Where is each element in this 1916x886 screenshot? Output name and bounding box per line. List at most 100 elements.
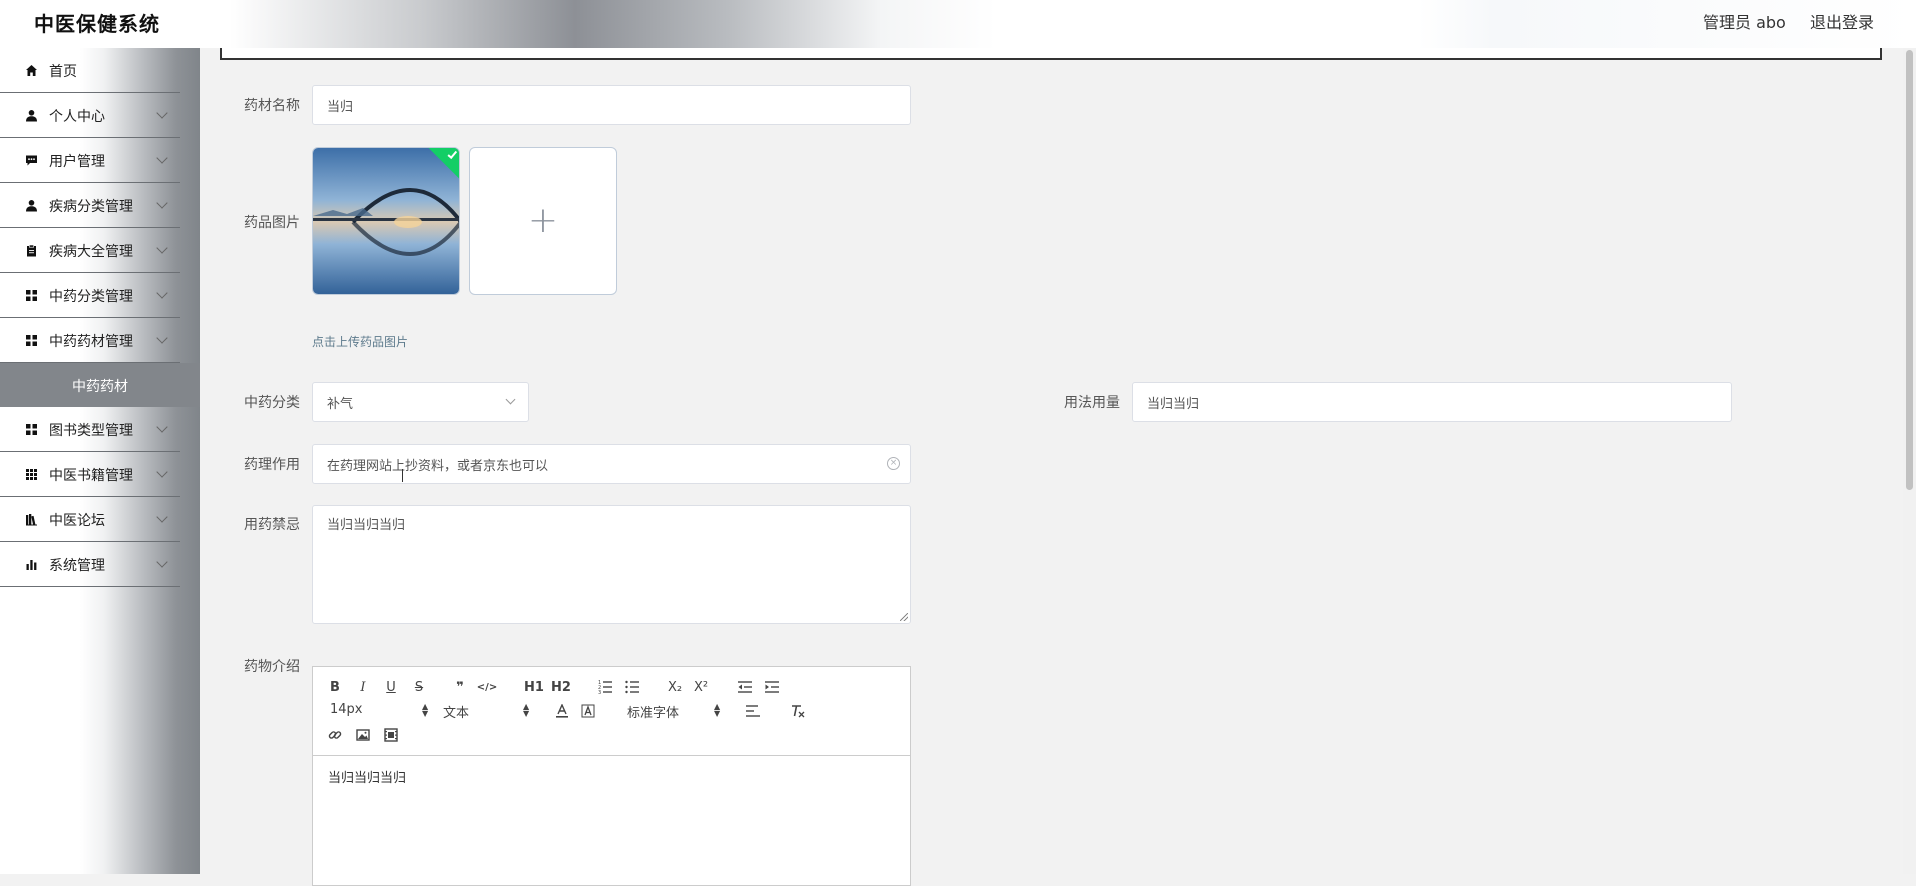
italic-button[interactable]: I bbox=[355, 678, 371, 696]
strike-button[interactable]: S bbox=[411, 678, 427, 696]
chevron-down-icon bbox=[156, 466, 168, 478]
sidebar-item-books[interactable]: 中医书籍管理 bbox=[0, 452, 180, 497]
select-arrows-icon: ▲ ▼ bbox=[714, 702, 721, 718]
contra-label: 用药禁忌 bbox=[244, 517, 300, 533]
clear-format-button[interactable] bbox=[789, 702, 807, 720]
bar-chart-icon bbox=[24, 557, 38, 571]
usage-input[interactable]: 当归当归 bbox=[1132, 382, 1732, 422]
sidebar-item-label: 疾病大全管理 bbox=[49, 244, 133, 260]
sidebar-subitem-herb[interactable]: 中药药材 bbox=[0, 363, 200, 407]
uploaded-image[interactable] bbox=[312, 147, 460, 295]
contraindication-textarea[interactable]: 当归当归当归 bbox=[312, 505, 911, 624]
chat-icon bbox=[24, 153, 38, 167]
video-icon bbox=[384, 728, 398, 742]
category-label: 中药分类 bbox=[244, 395, 300, 411]
scrollbar-thumb[interactable] bbox=[1906, 50, 1913, 490]
chevron-down-icon bbox=[156, 511, 168, 523]
sidebar-item-disease-all[interactable]: 疾病大全管理 bbox=[0, 228, 180, 273]
chevron-down-icon bbox=[156, 556, 168, 568]
bold-button[interactable]: B bbox=[327, 678, 343, 696]
image-button[interactable] bbox=[355, 726, 371, 744]
sidebar: 首页 个人中心 用户管理 疾病分类管理 疾病大全管理 中药分类管理 中药药材管理… bbox=[0, 48, 200, 874]
sidebar-item-label: 首页 bbox=[49, 64, 77, 80]
indent-button[interactable] bbox=[763, 678, 781, 696]
rich-text-editor: B I U S ❞ </> H1 H2 123 X₂ X² 14px ▲ ▼ 文… bbox=[312, 666, 911, 886]
font-family-select[interactable]: 标准字体 ▲ ▼ bbox=[627, 702, 727, 722]
sidebar-item-label: 中药分类管理 bbox=[49, 289, 133, 305]
sidebar-item-label: 系统管理 bbox=[49, 558, 105, 574]
header-select-value: 文本 bbox=[443, 706, 470, 721]
home-icon bbox=[24, 63, 38, 77]
font-size-select[interactable]: 14px ▲ ▼ bbox=[330, 702, 428, 720]
sidebar-item-forum[interactable]: 中医论坛 bbox=[0, 497, 180, 542]
header-select[interactable]: 文本 ▲ ▼ bbox=[443, 702, 533, 722]
grid-icon bbox=[24, 422, 38, 436]
check-icon bbox=[447, 148, 458, 160]
clear-icon[interactable]: × bbox=[887, 457, 900, 470]
svg-text:3: 3 bbox=[598, 690, 601, 694]
upload-tip: 点击上传药品图片 bbox=[312, 335, 409, 349]
apps-icon bbox=[24, 467, 38, 481]
upload-add-button[interactable]: + bbox=[469, 147, 617, 295]
resize-handle[interactable] bbox=[900, 613, 908, 621]
mouse-text-cursor bbox=[402, 469, 403, 482]
category-select[interactable]: 补气 bbox=[312, 382, 529, 422]
ordered-list-icon: 123 bbox=[598, 680, 612, 694]
header2-button[interactable]: H2 bbox=[550, 678, 572, 696]
grid-icon bbox=[24, 288, 38, 302]
page-scrollbar[interactable] bbox=[1903, 48, 1916, 874]
sidebar-item-label: 中医书籍管理 bbox=[49, 468, 133, 484]
link-button[interactable] bbox=[327, 726, 343, 744]
sidebar-subitem-label: 中药药材 bbox=[72, 379, 128, 395]
bookshelf-icon bbox=[24, 512, 38, 526]
link-icon bbox=[328, 731, 342, 739]
sidebar-item-disease-category[interactable]: 疾病分类管理 bbox=[0, 183, 180, 228]
font-color-button[interactable] bbox=[554, 702, 570, 720]
header1-button[interactable]: H1 bbox=[523, 678, 545, 696]
breadcrumb-bar bbox=[220, 48, 1882, 60]
sidebar-item-book-type[interactable]: 图书类型管理 bbox=[0, 407, 180, 452]
effect-input-value: 在药理网站上抄资料，或者京东也可以 bbox=[327, 458, 549, 474]
sidebar-item-herb-material[interactable]: 中药药材管理 bbox=[0, 318, 180, 363]
ordered-list-button[interactable]: 123 bbox=[596, 678, 614, 696]
sidebar-item-label: 图书类型管理 bbox=[49, 423, 133, 439]
sidebar-item-home[interactable]: 首页 bbox=[0, 48, 180, 93]
underline-button[interactable]: U bbox=[383, 678, 399, 696]
blockquote-button[interactable]: ❞ bbox=[451, 678, 469, 696]
chevron-down-icon bbox=[505, 394, 516, 405]
main-content: 药材名称 当归 药品图片 + 点击上传药品图片 中药分类 补气 用法用量 当归当… bbox=[220, 48, 1882, 886]
font-size-value: 14px bbox=[330, 702, 363, 717]
background-color-button[interactable] bbox=[580, 702, 596, 720]
bullet-list-button[interactable] bbox=[623, 678, 641, 696]
font-family-value: 标准字体 bbox=[627, 706, 680, 721]
bullet-list-icon bbox=[625, 680, 639, 694]
effect-label: 药理作用 bbox=[244, 457, 300, 473]
plus-icon: + bbox=[527, 200, 559, 241]
image-icon bbox=[356, 729, 370, 741]
top-header: 中医保健系统 管理员 abo 退出登录 bbox=[0, 0, 1916, 48]
chevron-down-icon bbox=[156, 152, 168, 164]
sidebar-item-users[interactable]: 用户管理 bbox=[0, 138, 180, 183]
chevron-down-icon bbox=[156, 332, 168, 344]
grid-icon bbox=[24, 333, 38, 347]
herb-name-input[interactable]: 当归 bbox=[312, 85, 911, 125]
indent-icon bbox=[765, 681, 779, 693]
sidebar-item-system[interactable]: 系统管理 bbox=[0, 542, 180, 587]
sidebar-item-personal[interactable]: 个人中心 bbox=[0, 93, 180, 138]
subscript-button[interactable]: X₂ bbox=[665, 678, 685, 696]
chevron-down-icon bbox=[156, 287, 168, 299]
sidebar-item-herb-category[interactable]: 中药分类管理 bbox=[0, 273, 180, 318]
category-select-value: 补气 bbox=[327, 396, 354, 412]
clear-format-icon bbox=[792, 705, 805, 718]
superscript-button[interactable]: X² bbox=[691, 678, 711, 696]
outdent-button[interactable] bbox=[736, 678, 754, 696]
logout-button[interactable]: 退出登录 bbox=[1810, 9, 1874, 33]
usage-label: 用法用量 bbox=[1064, 395, 1120, 411]
editor-toolbar: B I U S ❞ </> H1 H2 123 X₂ X² 14px ▲ ▼ 文… bbox=[313, 667, 910, 756]
align-button[interactable] bbox=[744, 702, 762, 720]
code-block-button[interactable]: </> bbox=[477, 678, 497, 696]
sidebar-menu: 首页 个人中心 用户管理 疾病分类管理 疾病大全管理 中药分类管理 中药药材管理… bbox=[0, 48, 200, 587]
video-button[interactable] bbox=[383, 726, 399, 744]
editor-content[interactable]: 当归当归当归 bbox=[328, 767, 406, 786]
name-label: 药材名称 bbox=[244, 98, 300, 114]
